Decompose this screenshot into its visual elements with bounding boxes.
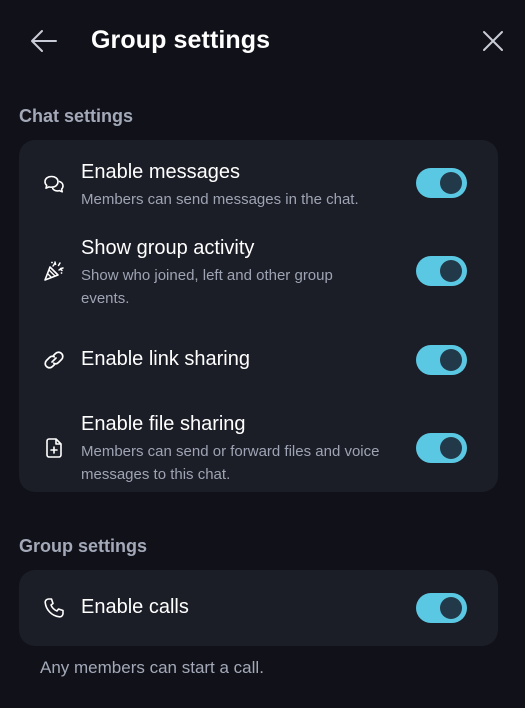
toggle-knob bbox=[440, 349, 462, 371]
close-icon bbox=[483, 31, 503, 51]
arrow-left-icon bbox=[31, 30, 57, 52]
group-settings-section-title: Group settings bbox=[19, 536, 148, 556]
enable-messages-toggle[interactable] bbox=[416, 168, 467, 198]
setting-row-enable-link-sharing[interactable]: Enable link sharing bbox=[19, 316, 498, 404]
setting-row-show-group-activity[interactable]: Show group activity Show who joined, lef… bbox=[19, 226, 498, 316]
back-button[interactable] bbox=[28, 27, 60, 55]
page-title: Group settings bbox=[91, 26, 271, 54]
file-add-icon bbox=[42, 436, 66, 460]
setting-description: Members can send messages in the chat. bbox=[81, 191, 359, 208]
chat-settings-section-title: Chat settings bbox=[19, 106, 134, 126]
toggle-knob bbox=[440, 597, 462, 619]
party-popper-icon bbox=[42, 259, 66, 283]
enable-link-sharing-toggle[interactable] bbox=[416, 345, 467, 375]
toggle-knob bbox=[440, 437, 462, 459]
setting-row-enable-file-sharing[interactable]: Enable file sharing Members can send or … bbox=[19, 404, 498, 492]
setting-description: Show who joined, left and other group ev… bbox=[81, 267, 333, 307]
setting-title: Enable link sharing bbox=[81, 348, 250, 370]
setting-title: Enable calls bbox=[81, 596, 189, 618]
setting-title: Enable messages bbox=[81, 161, 240, 183]
link-icon bbox=[42, 348, 66, 372]
show-group-activity-toggle[interactable] bbox=[416, 256, 467, 286]
phone-icon bbox=[42, 596, 66, 620]
enable-file-sharing-toggle[interactable] bbox=[416, 433, 467, 463]
enable-calls-toggle[interactable] bbox=[416, 593, 467, 623]
close-button[interactable] bbox=[481, 29, 505, 53]
setting-description: Members can send or forward files and vo… bbox=[81, 443, 380, 483]
chat-settings-card: Enable messages Members can send message… bbox=[19, 140, 498, 492]
header: Group settings bbox=[0, 0, 525, 84]
chat-bubbles-icon bbox=[42, 172, 66, 196]
group-settings-page: Group settings Chat settings Enable mess… bbox=[0, 0, 525, 708]
group-settings-card: Enable calls bbox=[19, 570, 498, 646]
setting-row-enable-messages[interactable]: Enable messages Members can send message… bbox=[19, 140, 498, 226]
setting-title: Enable file sharing bbox=[81, 413, 246, 435]
setting-row-enable-calls[interactable]: Enable calls bbox=[19, 570, 498, 646]
setting-title: Show group activity bbox=[81, 237, 255, 259]
toggle-knob bbox=[440, 172, 462, 194]
toggle-knob bbox=[440, 260, 462, 282]
calls-footnote: Any members can start a call. bbox=[40, 658, 264, 677]
